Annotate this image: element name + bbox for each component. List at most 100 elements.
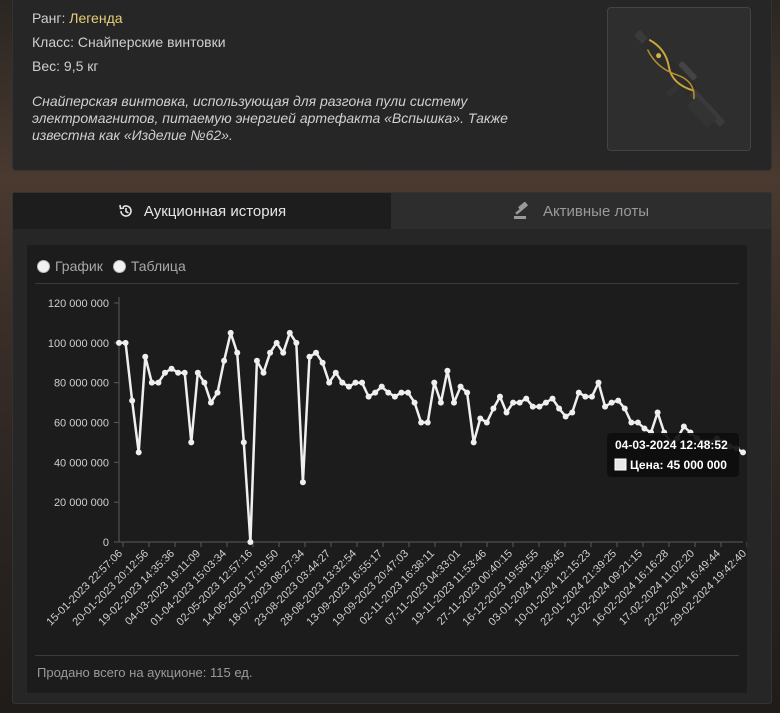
data-point[interactable] [740, 449, 746, 456]
data-point[interactable] [431, 379, 438, 386]
data-point[interactable] [457, 383, 464, 390]
tab-auction-history[interactable]: Аукционная история [13, 193, 391, 229]
data-point[interactable] [122, 339, 129, 346]
data-point[interactable] [247, 539, 254, 545]
data-point[interactable] [332, 369, 339, 376]
data-point[interactable] [299, 479, 306, 486]
tooltip-date: 04-03-2024 12:48:52 [615, 438, 728, 452]
data-point[interactable] [161, 369, 168, 376]
data-point[interactable] [510, 399, 517, 406]
data-point[interactable] [273, 339, 280, 346]
radio-table-label[interactable]: Таблица [131, 258, 186, 274]
y-tick-label: 60 000 000 [54, 418, 109, 430]
data-point[interactable] [227, 329, 234, 336]
data-point[interactable] [286, 329, 293, 336]
data-point[interactable] [168, 365, 175, 372]
data-point[interactable] [372, 389, 379, 396]
radio-chart[interactable] [37, 259, 50, 273]
data-point[interactable] [562, 413, 569, 420]
data-point[interactable] [155, 379, 162, 386]
data-point[interactable] [116, 339, 122, 346]
data-point[interactable] [306, 353, 313, 360]
data-point[interactable] [175, 369, 182, 376]
data-point[interactable] [207, 399, 214, 406]
data-point[interactable] [214, 389, 221, 396]
data-point[interactable] [628, 419, 635, 426]
data-point[interactable] [595, 379, 602, 386]
radio-table[interactable] [112, 259, 126, 273]
data-point[interactable] [490, 405, 497, 412]
data-point[interactable] [293, 339, 300, 346]
data-point[interactable] [135, 449, 142, 456]
data-point[interactable] [556, 405, 563, 412]
data-point[interactable] [569, 409, 576, 416]
data-point[interactable] [253, 357, 260, 364]
data-point[interactable] [477, 415, 484, 422]
data-point[interactable] [345, 383, 352, 390]
data-point[interactable] [496, 393, 503, 400]
data-point[interactable] [398, 389, 405, 396]
data-point[interactable] [378, 383, 385, 390]
data-point[interactable] [359, 379, 366, 386]
data-point[interactable] [201, 379, 208, 386]
data-point[interactable] [437, 399, 444, 406]
data-point[interactable] [621, 405, 628, 412]
radio-chart-label[interactable]: График [55, 258, 103, 274]
price-history-chart: 120 000 000 100 000 000 80 000 000 60 000 0… [44, 297, 747, 628]
data-point[interactable] [483, 419, 490, 426]
data-point[interactable] [260, 369, 267, 376]
data-point[interactable] [470, 439, 477, 446]
tab-active-lots[interactable]: Активные лоты [391, 193, 771, 229]
tab-label: Активные лоты [542, 202, 650, 220]
data-point[interactable] [221, 357, 228, 364]
data-point[interactable] [240, 439, 247, 446]
data-point[interactable] [339, 379, 346, 386]
data-point[interactable] [385, 389, 392, 396]
data-point[interactable] [352, 379, 359, 386]
data-point[interactable] [588, 393, 595, 400]
data-point[interactable] [129, 397, 136, 404]
data-point[interactable] [365, 393, 372, 400]
data-point[interactable] [464, 389, 471, 396]
data-point[interactable] [444, 367, 451, 374]
y-tick-label: 120 000 000 [48, 298, 109, 310]
data-point[interactable] [450, 399, 457, 406]
data-point[interactable] [602, 403, 609, 410]
data-point[interactable] [313, 349, 320, 356]
tooltip-price: Цена: 45 000 000 [630, 458, 727, 472]
data-point[interactable] [391, 393, 398, 400]
data-point[interactable] [536, 403, 543, 410]
data-point[interactable] [529, 403, 536, 410]
data-point[interactable] [549, 395, 556, 402]
data-point[interactable] [503, 409, 510, 416]
data-point[interactable] [319, 359, 326, 366]
data-point[interactable] [516, 399, 523, 406]
data-point[interactable] [411, 399, 418, 406]
data-point[interactable] [142, 353, 149, 360]
data-point[interactable] [608, 399, 615, 406]
class-line: Класс: Снайперские винтовки [32, 34, 226, 50]
data-point[interactable] [575, 389, 582, 396]
data-point[interactable] [542, 399, 549, 406]
data-point[interactable] [181, 369, 188, 376]
data-point[interactable] [326, 379, 333, 386]
data-point[interactable] [280, 349, 287, 356]
data-point[interactable] [148, 379, 155, 386]
data-point[interactable] [615, 397, 622, 404]
data-point[interactable] [654, 409, 661, 416]
data-point[interactable] [418, 419, 425, 426]
data-point[interactable] [405, 389, 412, 396]
rank-line: Ранг: Легенда [32, 10, 123, 26]
data-point[interactable] [424, 419, 431, 426]
data-point[interactable] [234, 349, 241, 356]
y-tick-label: 0 [103, 537, 109, 549]
y-tick-label: 20 000 000 [54, 497, 109, 509]
data-point[interactable] [680, 423, 687, 430]
data-point[interactable] [641, 425, 648, 432]
data-point[interactable] [267, 349, 274, 356]
data-point[interactable] [523, 395, 530, 402]
data-point[interactable] [582, 393, 589, 400]
data-point[interactable] [188, 439, 195, 446]
data-point[interactable] [194, 369, 201, 376]
data-point[interactable] [634, 419, 641, 426]
